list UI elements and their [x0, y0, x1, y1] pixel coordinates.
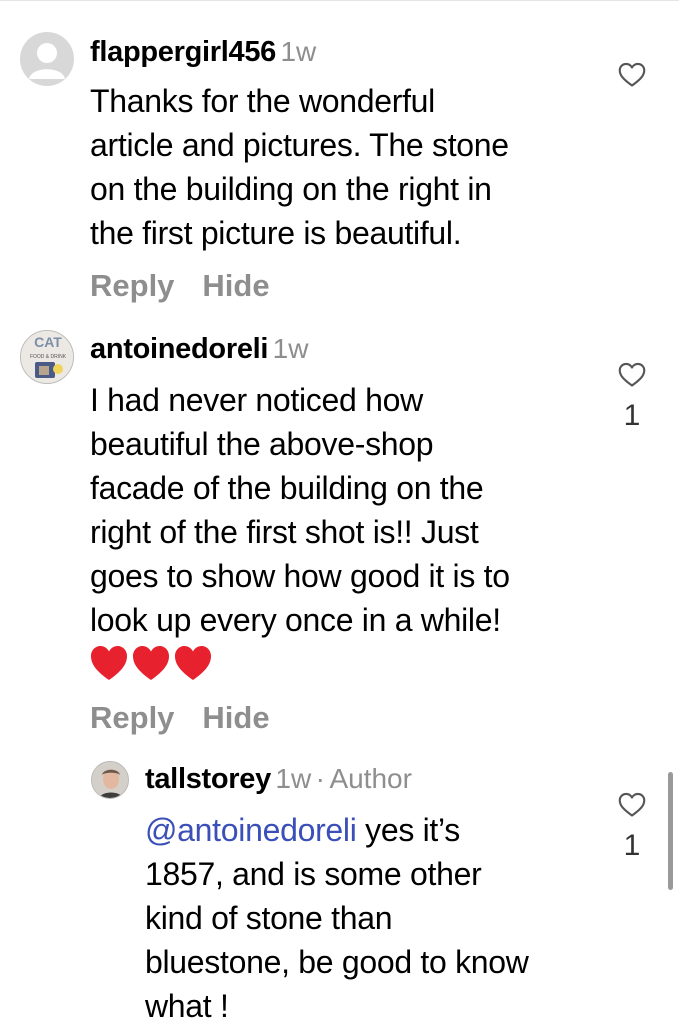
reply-button[interactable]: Reply — [90, 268, 174, 304]
red-heart-icon — [91, 646, 211, 680]
username[interactable]: antoinedoreli — [90, 333, 268, 365]
cat-book-avatar-image: CAT FOOD & DRINK — [21, 331, 73, 383]
scrollbar[interactable] — [668, 772, 673, 890]
comment-text: @antoinedoreli yes it’s 1857, and is som… — [145, 808, 529, 1028]
comment-line: I had never noticed how — [90, 382, 423, 418]
comment-line: what ! — [145, 988, 229, 1024]
profile-photo-image — [92, 762, 128, 798]
like-count: 1 — [623, 399, 641, 432]
author-badge: Author — [329, 763, 412, 794]
heart-outline-icon — [618, 62, 646, 87]
comment-text: I had never noticed how beautiful the ab… — [90, 378, 510, 642]
comment-meta: antoinedoreli 1w — [90, 333, 308, 366]
comment-line: beautiful the above-shop — [90, 426, 434, 462]
hide-button[interactable]: Hide — [202, 700, 269, 736]
comment-line: the first picture is beautiful. — [90, 215, 462, 251]
hide-button[interactable]: Hide — [202, 268, 269, 304]
like-count: 1 — [623, 829, 641, 862]
comment-line: facade of the building on the — [90, 470, 484, 506]
comment-line: goes to show how good it is to — [90, 558, 510, 594]
like-button[interactable]: 1 — [612, 362, 652, 433]
comment-meta: tallstorey 1w · Author — [145, 763, 412, 796]
comment-meta: flappergirl456 1w — [90, 36, 316, 69]
comment-line: bluestone, be good to know — [145, 944, 529, 980]
comment-line: kind of stone than — [145, 900, 393, 936]
default-avatar-icon — [29, 43, 65, 79]
top-divider — [0, 0, 679, 1]
username[interactable]: flappergirl456 — [90, 36, 276, 68]
heart-outline-icon — [618, 362, 646, 387]
timestamp: 1w — [275, 763, 312, 794]
separator: · — [315, 763, 325, 794]
timestamp: 1w — [280, 36, 317, 67]
emoji-hearts — [90, 645, 220, 688]
avatar-text: FOOD & DRINK — [30, 354, 67, 360]
like-button[interactable] — [612, 62, 652, 93]
like-button[interactable]: 1 — [612, 792, 652, 863]
comment-line: Thanks for the wonderful — [90, 83, 435, 119]
comment-line: @antoinedoreli yes it’s — [145, 808, 529, 852]
timestamp: 1w — [272, 333, 309, 364]
comment-line-rest: yes it’s — [356, 812, 460, 848]
avatar[interactable]: CAT FOOD & DRINK — [20, 330, 74, 384]
comment-line: right of the first shot is!! Just — [90, 514, 479, 550]
comment-line: on the building on the right in — [90, 171, 492, 207]
avatar-text: CAT — [34, 334, 62, 350]
heart-outline-icon — [618, 792, 646, 817]
avatar[interactable] — [91, 761, 129, 799]
reply-button[interactable]: Reply — [90, 700, 174, 736]
mention-link[interactable]: @antoinedoreli — [145, 812, 357, 848]
avatar[interactable] — [20, 32, 74, 86]
username[interactable]: tallstorey — [145, 763, 271, 795]
comment-line: 1857, and is some other — [145, 856, 482, 892]
comment-line: look up every once in a while! — [90, 602, 501, 638]
comment-actions: Reply Hide — [90, 700, 298, 736]
comment-actions: Reply Hide — [90, 268, 298, 304]
comment-text: Thanks for the wonderful article and pic… — [90, 79, 509, 255]
comment-line: article and pictures. The stone — [90, 127, 509, 163]
